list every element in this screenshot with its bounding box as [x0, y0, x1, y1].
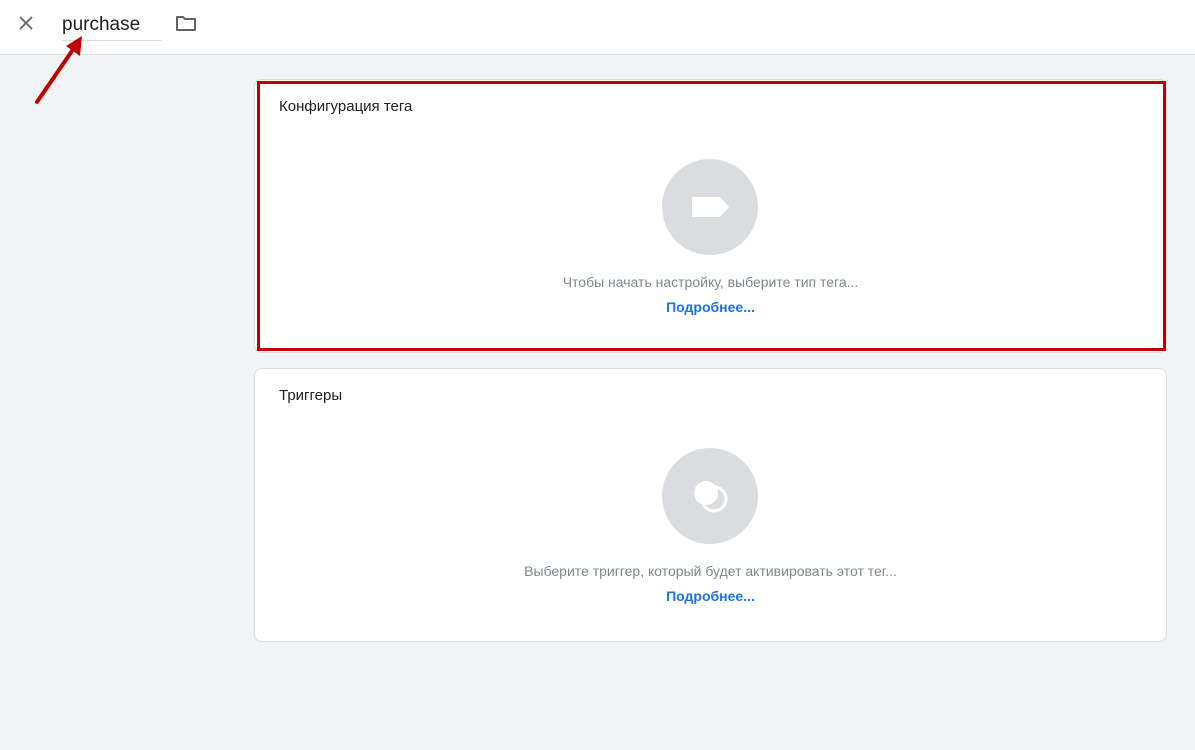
tag-configuration-hint: Чтобы начать настройку, выберите тип тег…: [562, 274, 859, 290]
tag-learn-more-link[interactable]: Подробнее...: [666, 299, 755, 315]
triggers-title: Триггеры: [279, 387, 343, 404]
tag-icon: [692, 197, 729, 217]
triggers-learn-more-link[interactable]: Подробнее...: [666, 588, 755, 604]
trigger-icon: [694, 481, 728, 513]
top-bar: [0, 0, 1195, 55]
folder-button[interactable]: [173, 10, 199, 36]
trigger-selector[interactable]: [662, 448, 758, 544]
folder-icon: [176, 16, 196, 31]
triggers-hint: Выберите триггер, который будет активиро…: [524, 563, 897, 579]
triggers-card[interactable]: Триггеры Выберите триггер, который будет…: [254, 368, 1167, 642]
tag-type-selector[interactable]: [662, 159, 758, 255]
tag-configuration-title: Конфигурация тега: [279, 98, 413, 115]
tag-name-input[interactable]: [62, 10, 162, 41]
tag-configuration-card[interactable]: Конфигурация тега Чтобы начать настройку…: [254, 79, 1167, 353]
close-icon: [19, 16, 33, 30]
close-button[interactable]: [12, 9, 40, 37]
